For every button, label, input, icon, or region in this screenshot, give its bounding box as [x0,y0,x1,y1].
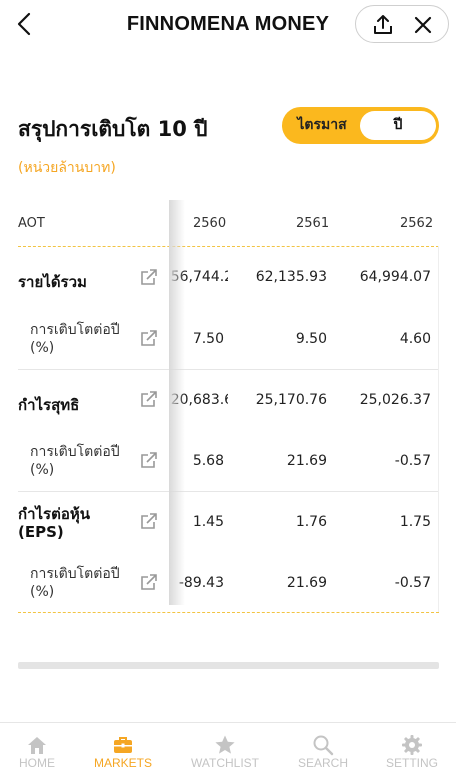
app-header: FINNOMENA MONEY [0,0,456,50]
tab-setting[interactable]: SETTING [372,723,452,783]
gear-icon [402,735,422,755]
horizontal-scrollbar[interactable] [18,662,439,669]
external-link-icon[interactable] [140,268,158,286]
star-icon [215,735,235,754]
value-cell: -0.57 [394,453,431,469]
external-link-icon[interactable] [140,573,158,591]
tab-label: SETTING [385,756,438,770]
growth-table: AOT 2560 2561 2562 รายได้รวม 56,744.27 7… [18,200,439,615]
value-cell: 64,994.07 [359,269,431,285]
value-cell: -0.57 [394,575,431,591]
external-link-icon[interactable] [140,451,158,469]
toggle-yearly[interactable]: ปี [360,111,436,140]
tab-search[interactable]: SEARCH [283,723,363,783]
tab-home[interactable]: HOME [0,723,77,783]
external-link-icon[interactable] [140,329,158,347]
year-header: 2562 [400,216,434,231]
frozen-column-shadow [169,200,185,605]
bottom-tab-bar: HOME MARKETS WATCHLIST SEARCH SETTING [0,722,456,784]
external-link-icon[interactable] [140,512,158,530]
table-bottom-divider [18,612,439,613]
toggle-quarterly[interactable]: ไตรมาส [282,107,362,144]
value-cell: 25,170.76 [255,392,327,408]
row-label-eps: กำไรต่อหุ้น (EPS) [18,505,90,541]
briefcase-icon [114,737,132,753]
value-cell: 4.60 [399,331,431,347]
table-right-border [438,246,439,612]
value-cell: 21.69 [286,453,327,469]
row-label-growth: การเติบโตต่อปี (%) [30,322,120,356]
external-link-icon[interactable] [140,390,158,408]
value-cell: 1.75 [399,514,431,530]
year-header: 2561 [296,216,330,231]
share-icon[interactable] [372,14,394,36]
row-label-growth: การเติบโตต่อปี (%) [30,444,120,478]
header-actions [355,5,449,43]
section-title: สรุปการเติบโต 10 ปี [18,117,208,141]
row-label-net-profit: กำไรสุทธิ [18,396,80,414]
home-icon [28,737,46,754]
symbol-header: AOT [18,216,45,231]
tab-label: HOME [19,756,55,770]
row-label-revenue: รายได้รวม [18,273,87,291]
value-cell: 62,135.93 [255,269,327,285]
unit-label: (หน่วยล้านบาท) [18,160,116,176]
tab-label: SEARCH [297,756,348,770]
tab-label: WATCHLIST [191,756,259,770]
value-cell: 1.76 [295,514,327,530]
search-icon [313,735,334,756]
value-cell: 9.50 [295,331,327,347]
row-label-growth: การเติบโตต่อปี (%) [30,566,120,600]
tab-label: MARKETS [93,756,152,770]
close-icon[interactable] [412,14,434,36]
value-cell: 21.69 [286,575,327,591]
tab-watchlist[interactable]: WATCHLIST [185,723,265,783]
row-divider [18,491,439,492]
tab-markets[interactable]: MARKETS [83,723,163,783]
period-toggle: ไตรมาส ปี [282,107,439,144]
header-divider [18,246,439,247]
value-cell: 25,026.37 [359,392,431,408]
row-divider [18,369,439,370]
